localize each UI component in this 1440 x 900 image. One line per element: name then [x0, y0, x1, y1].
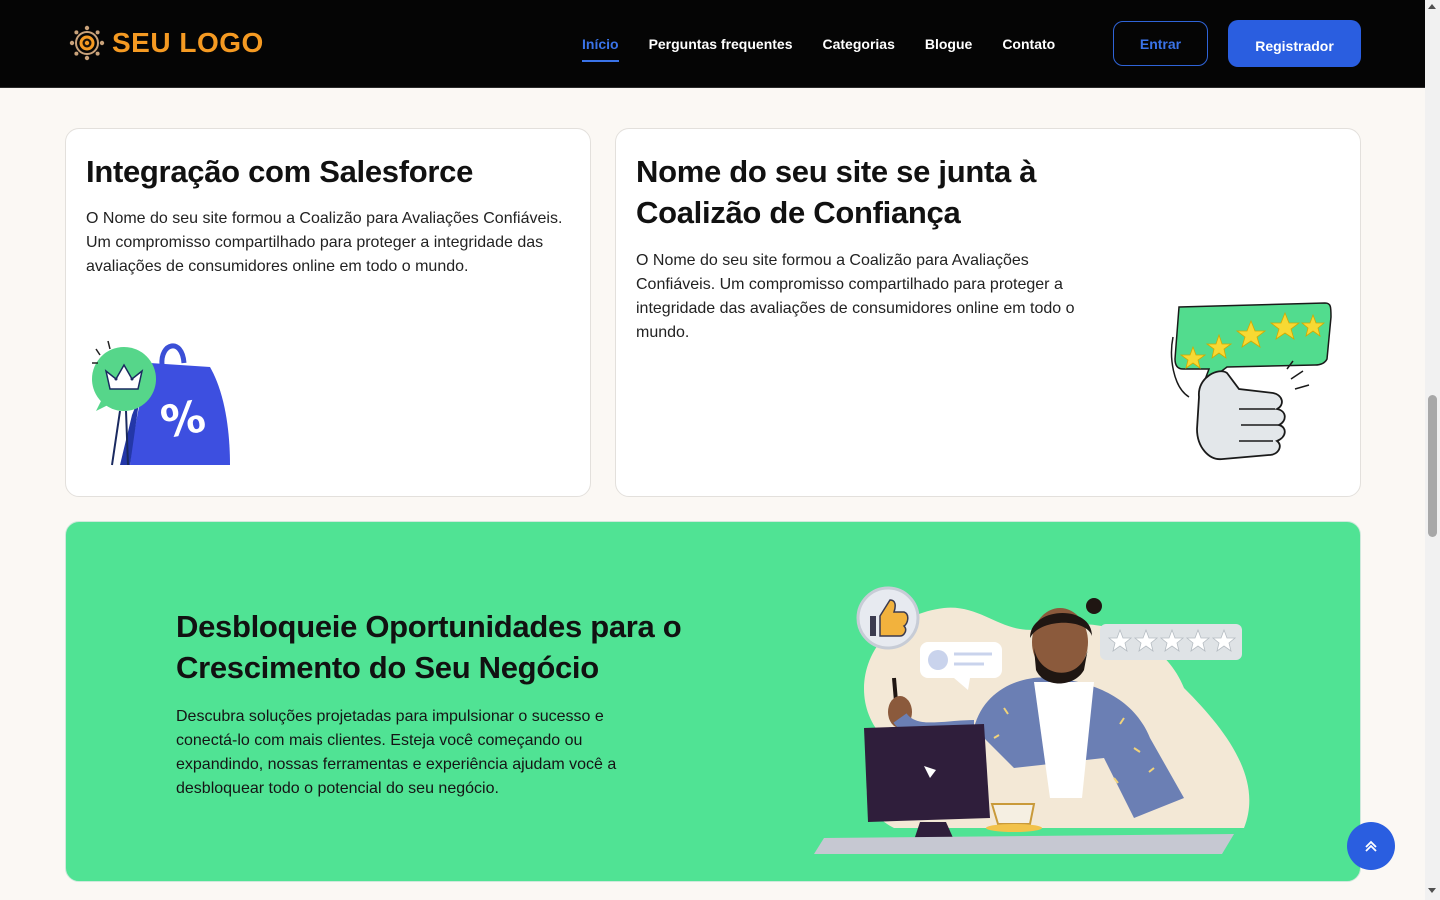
card-text: O Nome do seu site formou a Coalizão par… — [86, 210, 563, 275]
gear-logo-icon — [69, 25, 105, 61]
logo[interactable]: SEU LOGO — [68, 24, 264, 62]
login-button[interactable]: Entrar — [1113, 21, 1208, 66]
nav-item-perguntas-frequentes[interactable]: Perguntas frequentes — [649, 34, 793, 54]
card-title: Integração com Salesforce — [86, 154, 474, 189]
main-nav: Início Perguntas frequentes Categorias B… — [582, 34, 1055, 62]
page-scrollbar[interactable] — [1425, 0, 1440, 900]
scroll-up-arrow-icon[interactable] — [1428, 4, 1436, 9]
shopping-bag-discount-icon: % — [92, 340, 230, 466]
banner-text: Descubra soluções projetadas para impuls… — [176, 708, 617, 797]
card-text: O Nome do seu site formou a Coalizão par… — [636, 252, 1075, 341]
chevron-double-up-icon — [1365, 840, 1377, 852]
feature-card-coalizao: Nome do seu site se junta à Coalizão de … — [615, 128, 1361, 497]
back-to-top-button[interactable] — [1347, 822, 1395, 870]
site-header: SEU LOGO Início Perguntas frequentes Cat… — [0, 0, 1425, 88]
growth-banner: Desbloqueie Oportunidades para o Crescim… — [65, 521, 1361, 882]
banner-title: Desbloqueie Oportunidades para o Crescim… — [176, 609, 682, 685]
thumbs-up-stars-icon — [1170, 302, 1332, 460]
feature-card-salesforce: Integração com Salesforce O Nome do seu … — [65, 128, 591, 497]
svg-text:%: % — [157, 391, 209, 449]
nav-item-blogue[interactable]: Blogue — [925, 34, 972, 54]
nav-item-inicio[interactable]: Início — [582, 34, 619, 62]
man-at-computer-review-icon — [814, 586, 1250, 854]
logo-text: SEU LOGO — [112, 27, 264, 58]
nav-item-contato[interactable]: Contato — [1002, 34, 1055, 54]
card-title: Nome do seu site se junta à Coalizão de … — [636, 154, 1037, 230]
scroll-down-arrow-icon[interactable] — [1428, 888, 1436, 893]
scroll-thumb[interactable] — [1428, 395, 1437, 537]
nav-item-categorias[interactable]: Categorias — [823, 34, 895, 54]
register-button[interactable]: Registrador — [1228, 20, 1361, 67]
